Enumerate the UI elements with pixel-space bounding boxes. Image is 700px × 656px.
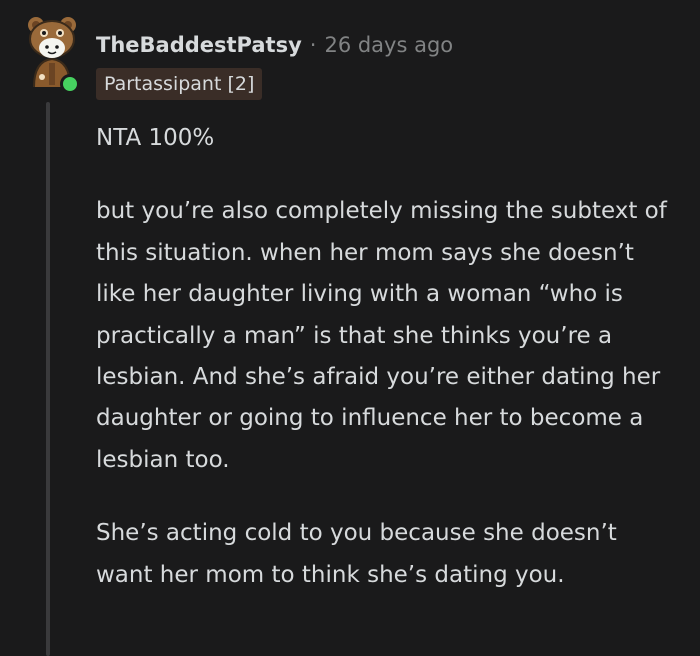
user-flair: Partassipant [2] xyxy=(96,68,263,100)
comment-paragraph: NTA 100% xyxy=(96,125,215,151)
comment-header: TheBaddestPatsy · 26 days ago xyxy=(96,28,453,62)
comment-body: NTA 100% but you’re also completely miss… xyxy=(96,118,676,596)
header-separator: · xyxy=(309,33,317,57)
online-status-icon xyxy=(60,74,80,94)
comment-paragraph: She’s acting cold to you because she doe… xyxy=(96,520,617,588)
thread-collapse-line[interactable] xyxy=(46,102,50,656)
timestamp-link[interactable]: 26 days ago xyxy=(324,33,453,57)
username-link[interactable]: TheBaddestPatsy xyxy=(96,33,302,57)
comment-paragraph: but you’re also completely missing the s… xyxy=(96,198,667,473)
comment: TheBaddestPatsy · 26 days ago Partassipa… xyxy=(0,0,700,656)
